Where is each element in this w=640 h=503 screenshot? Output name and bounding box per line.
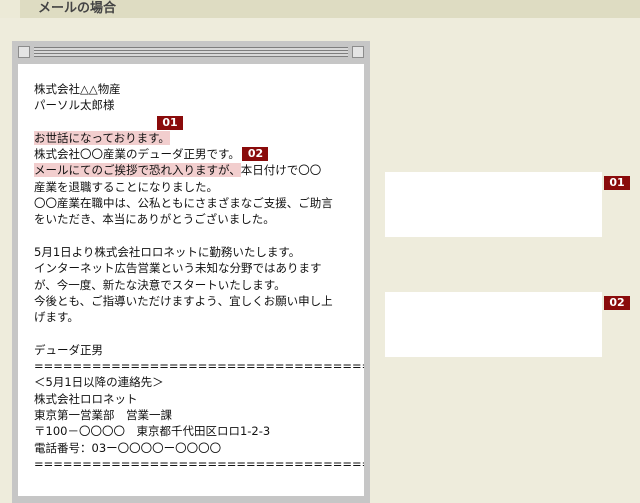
- titlebar-stripes: [34, 47, 348, 57]
- mail-divider: ====================================: [34, 456, 364, 471]
- mail-line: 〒100－〇〇〇〇 東京都千代田区ロロ1-2-3: [34, 424, 271, 439]
- header-accent: [0, 0, 20, 18]
- note-box-02: [385, 292, 602, 357]
- mail-window: 株式会社△△物産 パーソル太郎様 01 お世話になっております。 株式会社〇〇産…: [12, 41, 370, 503]
- mail-line: 株式会社ロロネット: [34, 391, 138, 406]
- mail-line: をいただき、本当にありがとうございました。: [34, 212, 275, 227]
- mail-line: 今後とも、ご指導いただけますよう、宜しくお願い申し上: [34, 293, 333, 308]
- mail-text: 株式会社△△物産 パーソル太郎様 01 お世話になっております。 株式会社〇〇産…: [34, 81, 364, 472]
- mail-line: 産業を退職することになりました。: [34, 179, 218, 194]
- mail-body: 株式会社△△物産 パーソル太郎様 01 お世話になっております。 株式会社〇〇産…: [18, 64, 364, 496]
- mail-line: 電話番号：03ー〇〇〇〇ー〇〇〇〇: [34, 440, 222, 455]
- note-badge-02: 02: [604, 296, 630, 310]
- mail-line: 東京第一営業部 営業一課: [34, 407, 172, 422]
- mail-line: パーソル太郎様: [34, 98, 115, 113]
- section-header: メールの場合: [0, 0, 640, 18]
- mail-line: 株式会社△△物産: [34, 82, 121, 96]
- mail-line: [34, 228, 359, 244]
- window-menu-icon: [18, 46, 30, 58]
- mail-line: インターネット広告営業という未知な分野ではあります: [34, 261, 322, 276]
- section-title: メールの場合: [38, 1, 117, 16]
- mail-line: 〇〇産業在職中は、公私ともにさまざまなご支援、ご助言: [34, 196, 333, 211]
- highlight-02: メールにてのご挨拶で恐れ入りますが、: [34, 163, 241, 178]
- highlight-01: お世話になっております。: [34, 130, 170, 145]
- mail-line: げます。: [34, 310, 79, 325]
- note-box-01: [385, 172, 602, 237]
- mail-apology-tail: 本日付けで〇〇: [240, 163, 322, 178]
- mail-line: 5月1日より株式会社ロロネットに勤務いたします。: [34, 244, 301, 259]
- mail-line-badge-row: 01: [34, 114, 359, 130]
- badge-01: 01: [157, 115, 183, 130]
- mail-line: デューダ正男: [34, 342, 103, 357]
- mail-line: ＜5月1日以降の連絡先＞: [34, 375, 164, 390]
- badge-02: 02: [241, 147, 269, 162]
- mail-company-text: 株式会社〇〇産業のデューダ正男です。: [34, 147, 240, 162]
- window-resize-icon: [352, 46, 364, 58]
- mail-line: が、今一度、新たな決意でスタートいたします。: [34, 277, 286, 292]
- mail-divider: ====================================: [34, 359, 364, 374]
- mail-line-greeting: お世話になっております。: [34, 130, 359, 146]
- mail-line-apology: メールにてのご挨拶で恐れ入りますが、本日付けで〇〇: [34, 162, 359, 178]
- mail-line-company: 株式会社〇〇産業のデューダ正男です。 02: [34, 146, 359, 162]
- mail-line: [34, 325, 359, 341]
- note-badge-01: 01: [604, 176, 630, 190]
- mail-titlebar: [18, 46, 364, 58]
